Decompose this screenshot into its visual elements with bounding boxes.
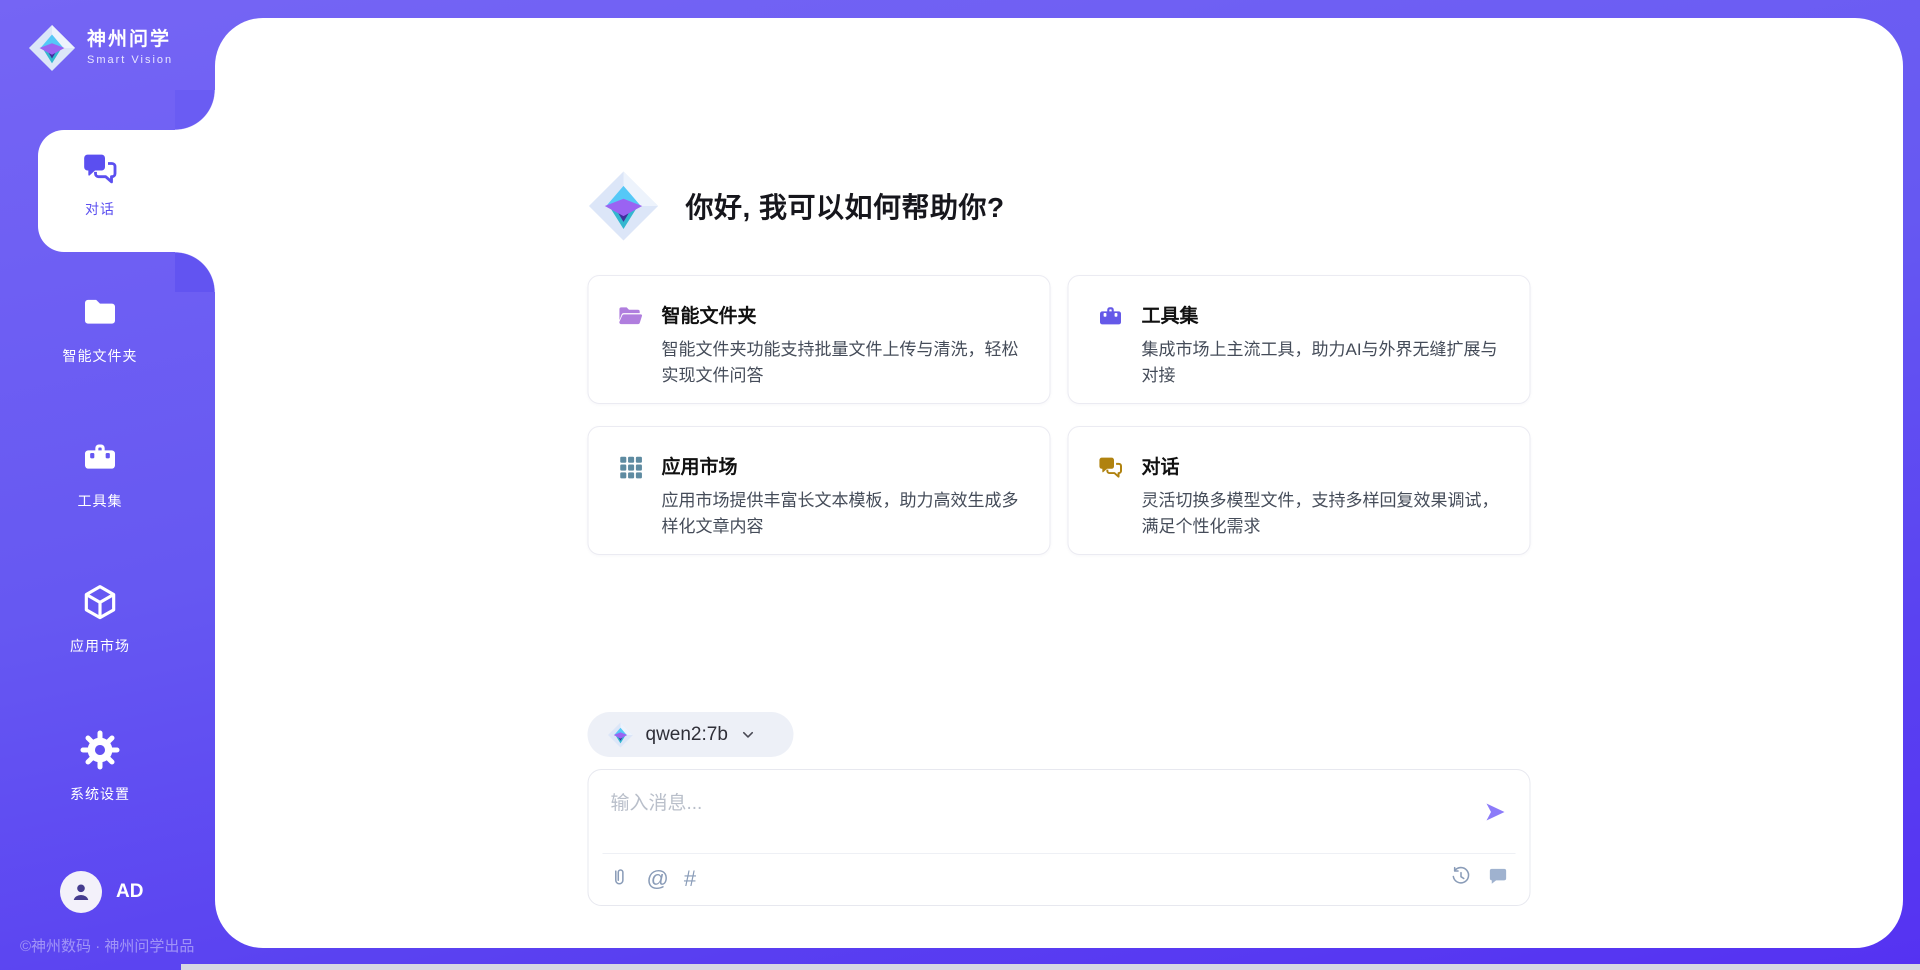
- sidebar-item-label: 工具集: [0, 491, 200, 511]
- gear-icon: [80, 730, 120, 770]
- card-app-market[interactable]: 应用市场 应用市场提供丰富长文本模板，助力高效生成多样化文章内容: [588, 426, 1051, 555]
- window-bottom-edge: [181, 964, 1920, 970]
- brand-diamond-icon: [28, 24, 76, 72]
- attachment-icon[interactable]: [609, 867, 632, 890]
- greeting-title: 你好, 我可以如何帮助你?: [686, 186, 1005, 226]
- sidebar-item-label: 系统设置: [0, 784, 200, 804]
- user-profile[interactable]: AD: [60, 871, 143, 913]
- user-name: AD: [116, 881, 143, 903]
- sidebar-item-chat[interactable]: 对话: [38, 130, 215, 252]
- mention-icon[interactable]: @: [647, 867, 669, 890]
- model-selector[interactable]: qwen2:7b: [588, 712, 794, 757]
- card-smart-folder[interactable]: 智能文件夹 智能文件夹功能支持批量文件上传与清洗，轻松实现文件问答: [588, 275, 1051, 404]
- card-description: 集成市场上主流工具，助力AI与外界无缝扩展与对接: [1142, 337, 1504, 389]
- avatar: [60, 871, 102, 913]
- message-composer: @ #: [588, 769, 1531, 906]
- message-input[interactable]: [609, 786, 1453, 842]
- chat-filled-icon[interactable]: [1487, 865, 1510, 888]
- card-chat[interactable]: 对话 灵活切换多模型文件，支持多样回复效果调试，满足个性化需求: [1068, 426, 1531, 555]
- sidebar-item-label: 对话: [38, 199, 162, 219]
- card-description: 应用市场提供丰富长文本模板，助力高效生成多样化文章内容: [662, 488, 1024, 540]
- brand-name: 神州问学: [87, 30, 173, 51]
- card-title: 对话: [1142, 452, 1504, 479]
- card-title: 工具集: [1142, 301, 1504, 328]
- copyright-text: ©神州数码 · 神州问学出品: [20, 935, 194, 956]
- toolbox-icon: [80, 437, 120, 477]
- card-description: 智能文件夹功能支持批量文件上传与清洗，轻松实现文件问答: [662, 337, 1024, 389]
- sidebar-item-app-market[interactable]: 应用市场: [0, 582, 200, 656]
- sidebar: 神州问学 Smart Vision 对话 智能文件夹 工具集 应用市场 系统设置…: [0, 0, 215, 970]
- person-icon: [68, 879, 94, 905]
- chat-double-icon: [1097, 453, 1125, 481]
- greeting: 你好, 我可以如何帮助你?: [588, 163, 1005, 249]
- card-title: 智能文件夹: [662, 301, 1024, 328]
- feature-cards: 智能文件夹 智能文件夹功能支持批量文件上传与清洗，轻松实现文件问答 工具集 集成…: [588, 275, 1531, 555]
- sidebar-item-label: 智能文件夹: [0, 346, 200, 366]
- sidebar-item-smart-folder[interactable]: 智能文件夹: [0, 292, 200, 366]
- chevron-down-icon: [740, 726, 757, 743]
- sidebar-item-toolset[interactable]: 工具集: [0, 437, 200, 511]
- cube-icon: [80, 582, 120, 622]
- model-diamond-icon: [608, 722, 634, 748]
- chat-double-icon: [80, 148, 120, 188]
- history-icon[interactable]: [1450, 865, 1473, 888]
- folder-open-icon: [617, 302, 645, 330]
- card-toolset[interactable]: 工具集 集成市场上主流工具，助力AI与外界无缝扩展与对接: [1068, 275, 1531, 404]
- topic-icon[interactable]: #: [684, 867, 696, 890]
- sidebar-item-settings[interactable]: 系统设置: [0, 730, 200, 804]
- main-panel: 你好, 我可以如何帮助你? 智能文件夹 智能文件夹功能支持批量文件上传与清洗，轻…: [215, 18, 1903, 948]
- briefcase-icon: [1097, 302, 1125, 330]
- card-title: 应用市场: [662, 452, 1024, 479]
- app-logo: 神州问学 Smart Vision: [28, 24, 173, 72]
- brand-subtitle: Smart Vision: [87, 54, 173, 66]
- model-name: qwen2:7b: [646, 724, 728, 746]
- composer-divider: [603, 853, 1516, 854]
- sidebar-item-label: 应用市场: [0, 636, 200, 656]
- folder-icon: [80, 292, 120, 332]
- grid-icon: [617, 453, 645, 481]
- greeting-diamond-icon: [588, 163, 660, 249]
- card-description: 灵活切换多模型文件，支持多样回复效果调试，满足个性化需求: [1142, 488, 1504, 540]
- send-icon[interactable]: [1484, 800, 1508, 824]
